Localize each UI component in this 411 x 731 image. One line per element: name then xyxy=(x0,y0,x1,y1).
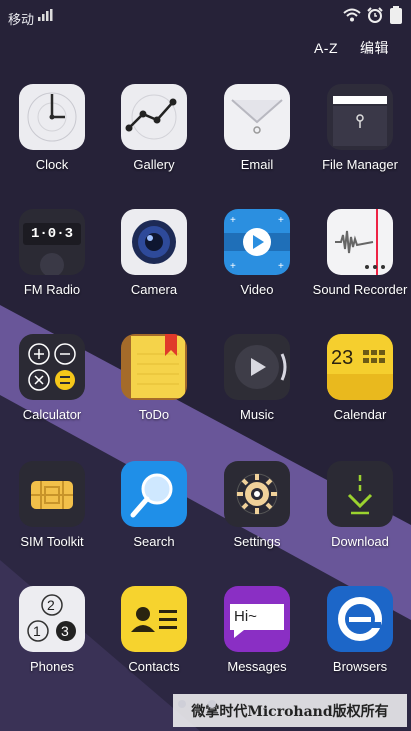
app-search[interactable]: Search xyxy=(104,461,204,549)
app-label: Contacts xyxy=(128,659,180,674)
app-label: Email xyxy=(240,157,274,172)
dial-key-1: 1 xyxy=(33,623,41,639)
app-label: Clock xyxy=(35,157,69,172)
email-icon xyxy=(224,84,290,150)
app-download[interactable]: Download xyxy=(310,461,410,549)
svg-text:+: + xyxy=(278,261,284,272)
app-label: Messages xyxy=(227,659,287,674)
message-bubble-text: Hi~ xyxy=(234,608,257,625)
dial-key-2: 2 xyxy=(47,597,55,613)
app-calculator[interactable]: Calculator xyxy=(2,334,102,422)
page-dot-active[interactable] xyxy=(178,700,186,708)
todo-icon xyxy=(121,334,187,400)
fm-radio-icon: 1·0·3 xyxy=(19,209,85,275)
radio-frequency: 1·0·3 xyxy=(30,226,73,242)
app-fm-radio[interactable]: 1·0·3 FM Radio xyxy=(2,209,102,297)
app-label: Browsers xyxy=(332,659,388,674)
app-messages[interactable]: Hi~ Messages xyxy=(207,586,307,674)
app-label: ToDo xyxy=(138,407,170,422)
page-dot[interactable] xyxy=(208,700,216,708)
app-label: Calendar xyxy=(333,407,387,422)
messages-icon: Hi~ xyxy=(224,586,290,652)
app-music[interactable]: Music xyxy=(207,334,307,422)
app-label: FM Radio xyxy=(23,282,81,297)
svg-text:+: + xyxy=(230,261,236,272)
app-browsers[interactable]: Browsers xyxy=(310,586,410,674)
watermark: 微掌时代Microhand版权所有 xyxy=(173,694,407,727)
app-settings[interactable]: Settings xyxy=(207,461,307,549)
calendar-date: 23 xyxy=(331,347,354,369)
contacts-icon xyxy=(121,586,187,652)
app-contacts[interactable]: Contacts xyxy=(104,586,204,674)
app-todo[interactable]: ToDo xyxy=(104,334,204,422)
app-label: Gallery xyxy=(133,157,175,172)
app-label: Camera xyxy=(130,282,178,297)
app-sim-toolkit[interactable]: SIM Toolkit xyxy=(2,461,102,549)
app-label: Video xyxy=(240,282,274,297)
app-video[interactable]: + + + + Video xyxy=(207,209,307,297)
app-sound-recorder[interactable]: Sound Recorder xyxy=(310,209,410,297)
app-clock[interactable]: Clock xyxy=(2,84,102,172)
download-icon xyxy=(327,461,393,527)
app-label: Sound Recorder xyxy=(312,282,408,297)
music-icon xyxy=(224,334,290,400)
app-label: SIM Toolkit xyxy=(20,534,84,549)
dial-key-3: 3 xyxy=(61,623,69,639)
search-icon xyxy=(121,461,187,527)
calendar-icon: 23 xyxy=(327,334,393,400)
camera-icon xyxy=(121,209,187,275)
sound-recorder-icon xyxy=(327,209,393,275)
page-indicator xyxy=(178,700,216,708)
app-file-manager[interactable]: File Manager xyxy=(310,84,410,172)
app-label: Calculator xyxy=(22,407,82,422)
sim-toolkit-icon xyxy=(19,461,85,527)
svg-text:+: + xyxy=(230,215,236,226)
app-label: Phones xyxy=(29,659,75,674)
app-label: File Manager xyxy=(322,157,398,172)
app-phones[interactable]: 2 1 3 Phones xyxy=(2,586,102,674)
app-label: Search xyxy=(133,534,175,549)
clock-icon xyxy=(19,84,85,150)
app-label: Music xyxy=(240,407,274,422)
settings-icon xyxy=(224,461,290,527)
app-email[interactable]: Email xyxy=(207,84,307,172)
app-gallery[interactable]: Gallery xyxy=(104,84,204,172)
gallery-icon xyxy=(121,84,187,150)
app-calendar[interactable]: 23 Calendar xyxy=(310,334,410,422)
phones-icon: 2 1 3 xyxy=(19,586,85,652)
app-camera[interactable]: Camera xyxy=(104,209,204,297)
app-label: Download xyxy=(331,534,389,549)
calculator-icon xyxy=(19,334,85,400)
svg-text:+: + xyxy=(278,215,284,226)
video-icon: + + + + xyxy=(224,209,290,275)
app-grid: Clock Gallery Email File Manager 1·0·3 F… xyxy=(0,0,411,731)
app-label: Settings xyxy=(233,534,281,549)
browser-icon xyxy=(327,586,393,652)
file-manager-icon xyxy=(327,84,393,150)
